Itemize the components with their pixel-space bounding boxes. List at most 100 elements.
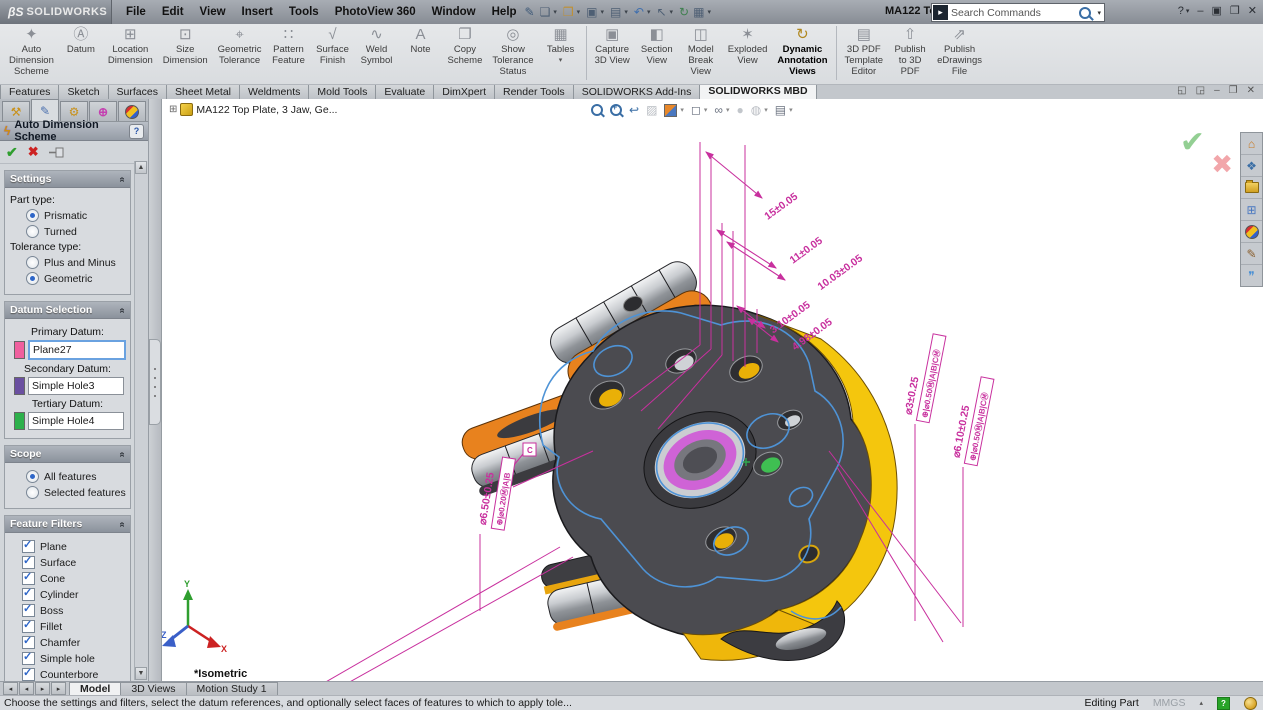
tag-coin-icon[interactable] — [1244, 697, 1257, 710]
show-tolerance-status-button[interactable]: ◎Show Tolerance Status — [487, 24, 538, 80]
part-model[interactable] — [458, 256, 897, 661]
dimension-15[interactable]: 15±0.05 — [762, 190, 800, 222]
plus-minus-radio[interactable] — [26, 256, 39, 269]
collapse-chevron-icon[interactable]: « — [117, 307, 128, 313]
dimxpert-manager-tab[interactable]: ⊕ — [89, 101, 117, 121]
file-explorer-tab[interactable] — [1241, 177, 1262, 199]
exploded-view-button[interactable]: ✶Exploded View — [723, 24, 773, 68]
dynamic-annotation-views-button[interactable]: ↻Dynamic Annotation Views — [772, 24, 832, 80]
collapse-chevron-icon[interactable]: « — [117, 521, 128, 527]
secondary-datum-field[interactable]: Simple Hole3 — [28, 377, 124, 395]
open-icon[interactable]: ❒ — [562, 5, 575, 19]
minimize-button[interactable]: ‒ — [1197, 5, 1203, 17]
fcf2-frame[interactable]: ⊕|⌀0.50Ⓜ|A|B|CⓂ — [967, 392, 990, 462]
publish-edrawings-file-button[interactable]: ⇗Publish eDrawings File — [932, 24, 987, 80]
units-caret-icon[interactable]: ▴ — [1199, 699, 1203, 707]
panel-splitter[interactable] — [148, 99, 162, 682]
menu-edit[interactable]: Edit — [154, 3, 192, 21]
confirm-ok-icon[interactable]: ✔ — [1180, 125, 1205, 160]
cylinder-checkbox[interactable] — [22, 588, 35, 601]
tab-solidworks-mbd[interactable]: SOLIDWORKS MBD — [699, 83, 816, 99]
options-icon[interactable]: ▦ — [692, 5, 705, 19]
feature-tree-flyout[interactable]: ⊞ MA122 Top Plate, 3 Jaw, Ge... — [169, 103, 337, 116]
menu-window[interactable]: Window — [424, 3, 484, 21]
weld-symbol-button[interactable]: ∿Weld Symbol — [355, 24, 399, 68]
tab-weldments[interactable]: Weldments — [239, 84, 309, 99]
new-document-icon[interactable]: ❏ — [539, 5, 552, 19]
next-tab-button[interactable]: ▸ — [35, 682, 50, 695]
doc-close-button[interactable]: ✕ — [1247, 85, 1255, 96]
simple-hole-checkbox[interactable] — [22, 652, 35, 665]
select-icon[interactable]: ↖ — [655, 5, 667, 19]
datum-group-header[interactable]: Datum Selection« — [5, 302, 130, 319]
caret-icon[interactable]: ▾ — [704, 106, 708, 114]
doc-split-icon[interactable]: ◲ — [1196, 85, 1205, 96]
section-view-icon[interactable]: ▨ — [646, 103, 657, 117]
tab-sheet-metal[interactable]: Sheet Metal — [166, 84, 240, 99]
search-input[interactable]: Search Commands — [951, 7, 1079, 19]
datum-c-flag[interactable]: C — [523, 443, 536, 456]
publish-to-3d-pdf-button[interactable]: ⇧Publish to 3D PDF — [888, 24, 932, 80]
menu-photoview[interactable]: PhotoView 360 — [327, 3, 424, 21]
tree-part-name[interactable]: MA122 Top Plate, 3 Jaw, Ge... — [196, 104, 337, 116]
plane-checkbox[interactable] — [22, 540, 35, 553]
save-icon[interactable]: ▣ — [585, 5, 598, 19]
maximize-button[interactable]: ▣ — [1212, 4, 1222, 17]
caret-icon[interactable]: ▾ — [764, 106, 768, 114]
status-help-icon[interactable]: ? — [1217, 697, 1230, 710]
tab-dimxpert[interactable]: DimXpert — [433, 84, 495, 99]
doc-split-icon[interactable]: ◱ — [1177, 85, 1186, 96]
display-manager-tab[interactable] — [118, 101, 146, 121]
search-caret-icon[interactable]: ▾ — [1097, 9, 1101, 17]
menu-file[interactable]: File — [118, 3, 154, 21]
panel-scrollbar[interactable]: ▲ ▼ — [134, 161, 148, 680]
counterbore-checkbox[interactable] — [22, 668, 35, 681]
zoom-to-fit-icon[interactable] — [591, 104, 603, 116]
close-button[interactable]: ✕ — [1248, 4, 1257, 17]
settings-group-header[interactable]: Settings« — [5, 171, 130, 188]
display-style-icon[interactable]: ◻ — [691, 103, 701, 117]
fcf1-frame[interactable]: ⊕|⌀0.50Ⓜ|A|B|CⓂ — [919, 349, 942, 419]
cancel-button[interactable]: ✖ — [28, 144, 39, 160]
geometric-tolerance-button[interactable]: ⌖Geometric Tolerance — [213, 24, 267, 68]
tab-features[interactable]: Features — [0, 84, 59, 99]
scroll-down-arrow[interactable]: ▼ — [135, 667, 147, 680]
dimension-1003[interactable]: 10.03±0.05 — [815, 252, 865, 293]
apply-scene-icon[interactable]: ◍ — [751, 103, 761, 117]
location-dimension-button[interactable]: ⊞Location Dimension — [103, 24, 158, 68]
primary-datum-field[interactable]: Plane27 — [28, 340, 126, 360]
hide-show-items-icon[interactable]: ∞ — [714, 103, 723, 117]
property-manager-tab[interactable]: ✎ — [31, 99, 59, 121]
caret-icon[interactable]: ▾ — [680, 106, 684, 114]
edit-appearance-icon[interactable]: ● — [736, 103, 743, 117]
last-tab-button[interactable]: ▸ — [51, 682, 66, 695]
surface-checkbox[interactable] — [22, 556, 35, 569]
motion-study-tab[interactable]: Motion Study 1 — [186, 682, 278, 696]
scope-group-header[interactable]: Scope« — [5, 446, 130, 463]
zoom-to-area-icon[interactable] — [610, 104, 622, 116]
pin-icon[interactable] — [49, 147, 64, 158]
view-palette-tab[interactable]: ⊞ — [1241, 199, 1262, 221]
help-button[interactable]: ? — [1178, 5, 1184, 17]
3d-views-tab[interactable]: 3D Views — [120, 682, 186, 696]
prev-tab-button[interactable]: ◂ — [19, 682, 34, 695]
ok-button[interactable]: ✔ — [6, 144, 18, 161]
fcf-hole-610[interactable]: ⌀6.10±0.25 ⊕|⌀0.50Ⓜ|A|B|CⓂ — [950, 374, 994, 466]
prismatic-radio[interactable] — [26, 209, 39, 222]
section-view-button[interactable]: ◧Section View — [635, 24, 679, 68]
menu-tools[interactable]: Tools — [281, 3, 327, 21]
boss-checkbox[interactable] — [22, 604, 35, 617]
design-library-tab[interactable]: ❖ — [1241, 155, 1262, 177]
search-icon[interactable] — [1079, 7, 1091, 19]
pattern-feature-button[interactable]: ∷Pattern Feature — [267, 24, 311, 68]
previous-view-icon[interactable]: ↩ — [629, 103, 639, 117]
model-break-view-button[interactable]: ◫Model Break View — [679, 24, 723, 80]
expand-icon[interactable]: ⊞ — [169, 104, 177, 115]
units-label[interactable]: MMGS — [1153, 697, 1186, 709]
fcf-hole-3mm[interactable]: ⌀3±0.25 ⊕|⌀0.50Ⓜ|A|B|CⓂ — [902, 331, 946, 423]
tertiary-datum-field[interactable]: Simple Hole4 — [28, 412, 124, 430]
collapse-chevron-icon[interactable]: « — [117, 451, 128, 457]
search-commands-box[interactable]: ▸ Search Commands ▾ — [931, 3, 1105, 22]
capture-3d-view-button[interactable]: ▣Capture 3D View — [590, 24, 635, 68]
tables-button[interactable]: ▦Tables▾ — [539, 24, 583, 66]
